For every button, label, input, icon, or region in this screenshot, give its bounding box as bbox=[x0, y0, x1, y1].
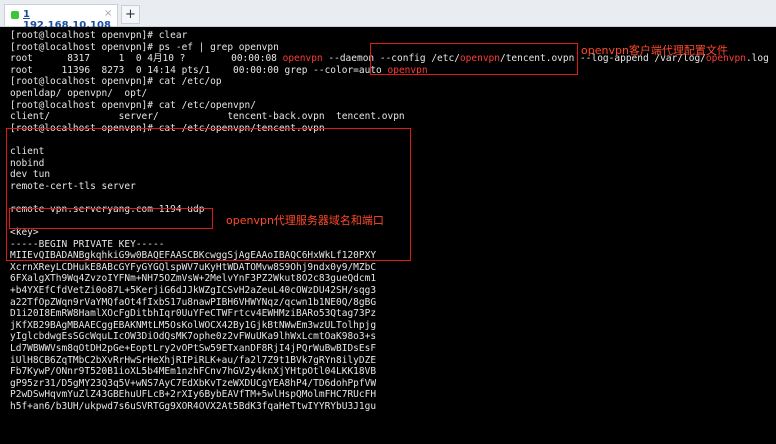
close-icon[interactable]: × bbox=[104, 8, 112, 19]
terminal-line: iUlH8CB6ZqTMbC2bXvRrHwSrHeXhjRIPiRLK+au/… bbox=[10, 354, 377, 366]
server-annotation: openvpn代理服务器域名和端口 bbox=[226, 214, 384, 227]
connection-status-icon bbox=[11, 11, 19, 19]
terminal-line: [root@localhost openvpn]# clear bbox=[10, 30, 188, 41]
config-annotation: openvpn客户端代理配置文件 bbox=[581, 44, 728, 57]
terminal-line: yIglcbdwgEsSGcWquLIcOW3DiOdQsMK7ophe0z2v… bbox=[10, 331, 377, 343]
terminal-line: [root@localhost openvpn]# cat /etc/op bbox=[10, 76, 222, 88]
terminal-line: client/ server/ tencent-back.ovpn tencen… bbox=[10, 111, 405, 123]
terminal-line: P2wDSwHqvmYuZlZ43GBEhuUFLcB+2rXIy6BybEAV… bbox=[10, 389, 377, 401]
server-highlight-box bbox=[9, 208, 213, 229]
terminal-line: gP95zr31/D5gMY23Q3q5V+wNS7AyC7EdXbKvTzeW… bbox=[10, 377, 377, 389]
session-tab[interactable]: 1 192.168.10.108 × bbox=[4, 4, 118, 31]
terminal-line: Ld7WBWWVsm8qOtDH2pGe+EoptLry2vOPtSw59ETx… bbox=[10, 343, 377, 355]
terminal-line: [root@localhost openvpn]# cat /etc/openv… bbox=[10, 99, 256, 111]
config-highlight-box bbox=[370, 43, 578, 75]
new-tab-button[interactable]: + bbox=[121, 5, 140, 24]
terminal-line: a22TfOpZWqn9rVaYMQfaOt4fIxbS17u8nawPIBH6… bbox=[10, 296, 377, 308]
config-content-box bbox=[6, 128, 411, 261]
tab-bar: 1 192.168.10.108 × + bbox=[0, 0, 776, 31]
terminal-line: openldap/ openvpn/ opt/ bbox=[10, 87, 148, 99]
terminal-line: +b4YXEfCfdVetZi0o87L+5KerjiG6dJJkWZgICSv… bbox=[10, 285, 377, 297]
terminal-line: XcrnXReyLCDHukE8ABcGYFyGYGQlspWV7uKyHtWD… bbox=[10, 261, 377, 273]
terminal-line: jKfXB29BAgMBAAECggEBAKNMtLM5OsKolWOCX42B… bbox=[10, 319, 377, 331]
terminal-line: Fb7KywP/ONnr9T520B1ioXL5b4MEm1nzhFCnv7hG… bbox=[10, 366, 377, 378]
terminal-line: h5f+an6/b3UH/ukpwd7s6uSVRTGg9XOR4OVX2At5… bbox=[10, 401, 377, 412]
terminal-line: D1i20I8EmRW8HamlXOcFgDitbhIqr0UuYFeCTWFr… bbox=[10, 308, 377, 320]
terminal-output[interactable]: [root@localhost openvpn]# clear [root@loc… bbox=[0, 27, 776, 444]
terminal-line: 6FXalgXTh9Wq4ZvzoIYFNm+NH75OZmVsW+2MelvY… bbox=[10, 273, 377, 285]
